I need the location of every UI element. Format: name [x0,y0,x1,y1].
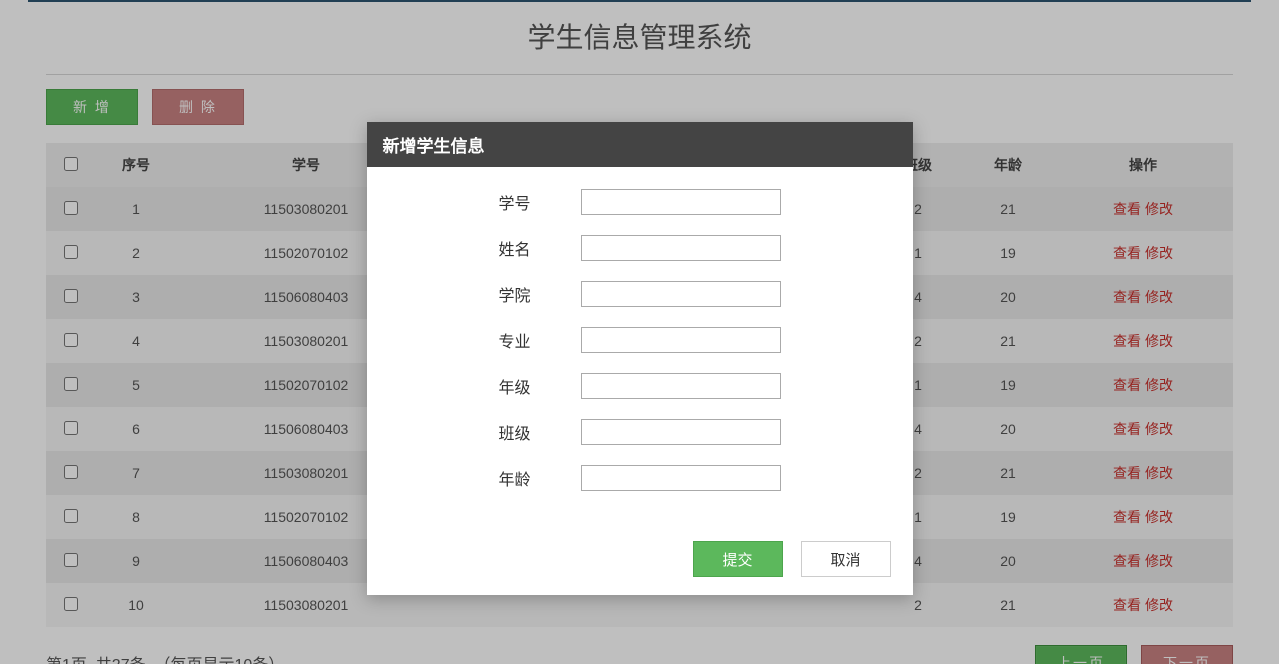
label-class: 班级 [499,420,569,444]
form-row-student-id: 学号 [401,189,879,215]
label-student-id: 学号 [499,190,569,214]
form-row-major: 专业 [401,327,879,353]
input-major[interactable] [581,327,781,353]
submit-button[interactable]: 提交 [693,541,783,577]
input-name[interactable] [581,235,781,261]
form-row-age: 年龄 [401,465,879,491]
form-row-grade: 年级 [401,373,879,399]
form-row-class: 班级 [401,419,879,445]
modal-title: 新增学生信息 [367,122,913,167]
label-name: 姓名 [499,236,569,260]
label-grade: 年级 [499,374,569,398]
input-student-id[interactable] [581,189,781,215]
modal-footer: 提交 取消 [367,527,913,595]
label-age: 年龄 [499,466,569,490]
form-row-college: 学院 [401,281,879,307]
input-class[interactable] [581,419,781,445]
label-college: 学院 [499,282,569,306]
modal-body: 学号 姓名 学院 专业 年级 班级 年龄 [367,167,913,527]
form-row-name: 姓名 [401,235,879,261]
input-grade[interactable] [581,373,781,399]
add-student-modal: 新增学生信息 学号 姓名 学院 专业 年级 班级 年龄 [367,122,913,595]
label-major: 专业 [499,328,569,352]
cancel-button[interactable]: 取消 [801,541,891,577]
input-age[interactable] [581,465,781,491]
input-college[interactable] [581,281,781,307]
